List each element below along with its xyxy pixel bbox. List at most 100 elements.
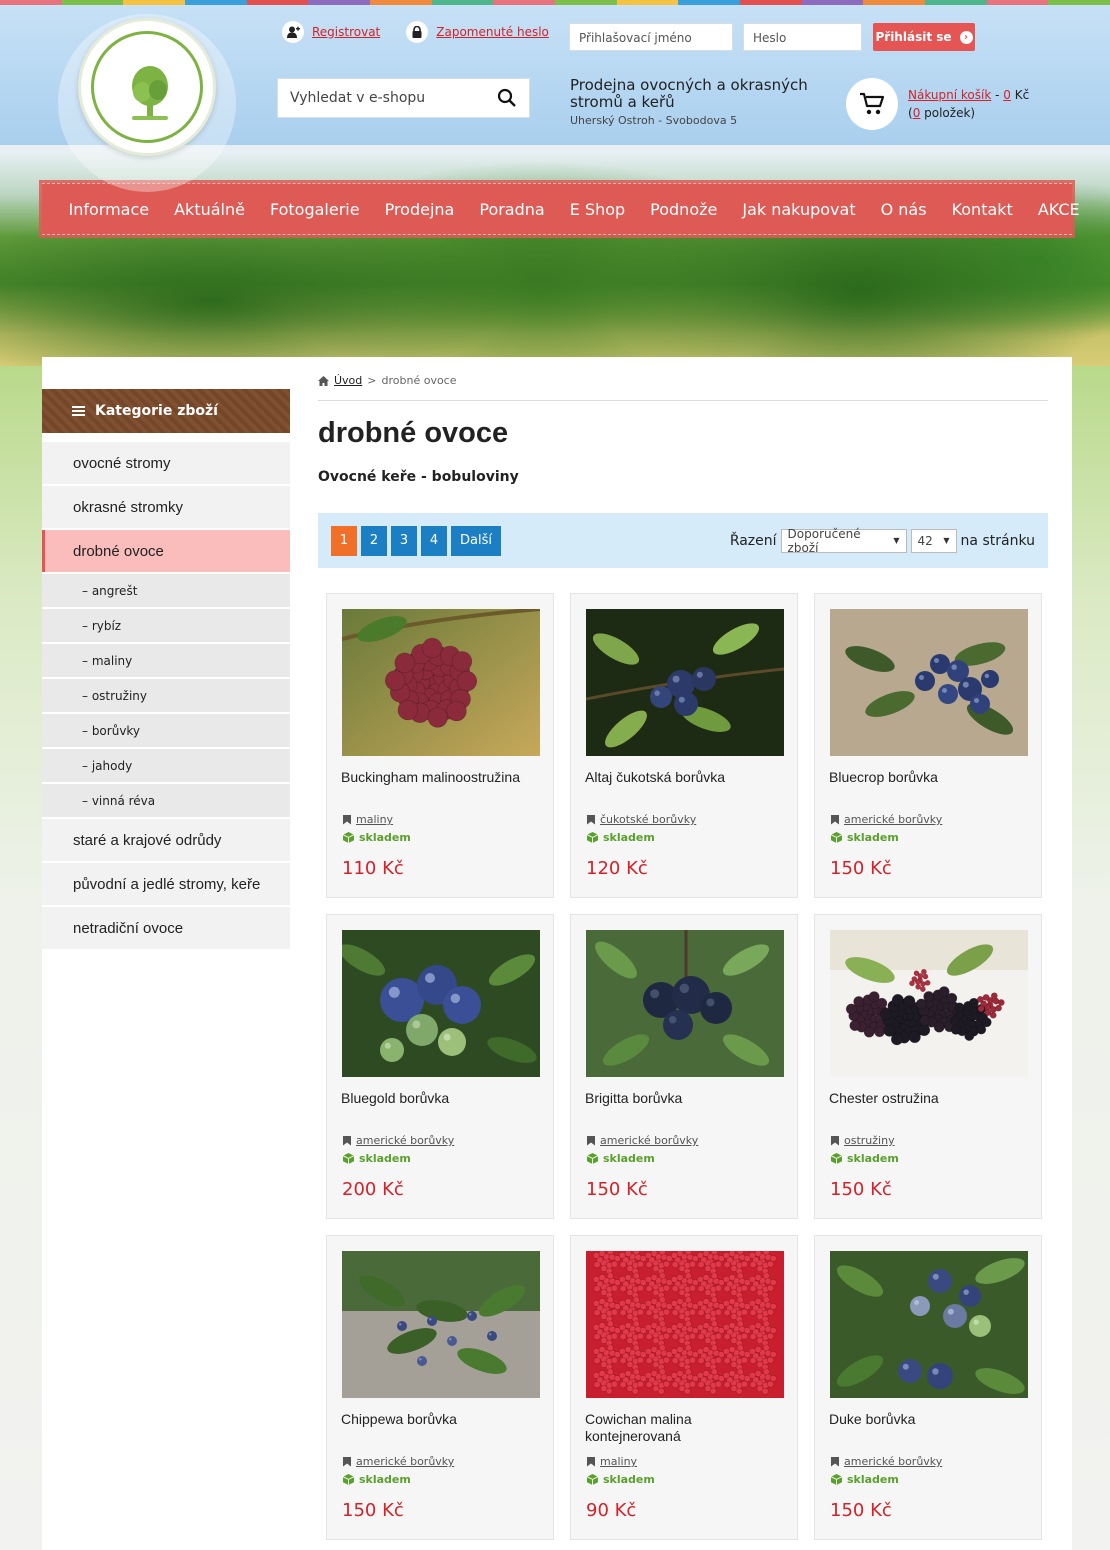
forgot-password-link[interactable]: Zapomenuté heslo	[406, 21, 549, 43]
product-card[interactable]: Cowichan malina kontejnerovaná maliny sk…	[570, 1235, 798, 1540]
product-name[interactable]: Brigitta borůvka	[585, 1090, 785, 1107]
page-button[interactable]: 3	[391, 525, 417, 556]
sidebar-subitem[interactable]: – rybíz	[42, 609, 290, 642]
product-image[interactable]	[830, 609, 1028, 756]
sidebar-subitem[interactable]: – vinná réva	[42, 784, 290, 817]
category-heading-label: Kategorie zboží	[95, 403, 218, 419]
sidebar-subitem[interactable]: – borůvky	[42, 714, 290, 747]
nav-item[interactable]: Poradna	[467, 200, 557, 219]
content-container: Kategorie zboží ovocné stromy okrasné str…	[42, 357, 1072, 1550]
password-input[interactable]: Heslo	[743, 23, 862, 51]
nav-item[interactable]: Informace	[56, 200, 162, 219]
nav-item[interactable]: Kontakt	[939, 200, 1025, 219]
product-stock: skladem	[343, 1473, 411, 1486]
product-card[interactable]: Altaj čukotská borůvka čukotské borůvky …	[570, 593, 798, 898]
product-category[interactable]: americké borůvky	[831, 1455, 942, 1468]
sidebar-subitem[interactable]: – jahody	[42, 749, 290, 782]
product-category[interactable]: ostružiny	[831, 1134, 895, 1147]
product-stock: skladem	[343, 1152, 411, 1165]
per-page-select[interactable]: 42 ▼	[910, 528, 957, 553]
product-card[interactable]: Buckingham malinoostružina maliny sklade…	[326, 593, 554, 898]
next-page-button[interactable]: Další	[451, 525, 501, 556]
product-name-label: Chester ostružina	[829, 1090, 939, 1106]
nav-item[interactable]: Fotogalerie	[257, 200, 372, 219]
product-card[interactable]: Chippewa borůvka americké borůvky sklade…	[326, 1235, 554, 1540]
sidebar-item[interactable]: drobné ovoce	[42, 530, 290, 572]
nav-item[interactable]: E Shop	[557, 200, 637, 219]
page-button[interactable]: 2	[361, 525, 387, 556]
product-category[interactable]: americké borůvky	[831, 813, 942, 826]
product-name[interactable]: Altaj čukotská borůvka	[585, 769, 785, 786]
product-card[interactable]: Bluegold borůvka americké borůvky sklade…	[326, 914, 554, 1219]
product-card[interactable]: Chester ostružina ostružiny skladem 150 …	[814, 914, 1042, 1219]
product-price: 200 Kč	[342, 1179, 404, 1200]
cart-amount[interactable]: 0	[1003, 88, 1011, 102]
product-name[interactable]: Bluecrop borůvka	[829, 769, 1029, 786]
nav-item[interactable]: AKCE	[1025, 200, 1092, 219]
product-category[interactable]: americké borůvky	[343, 1134, 454, 1147]
store-title: Prodejna ovocných a okrasných stromů a k…	[570, 76, 808, 111]
nav-item[interactable]: Prodejna	[372, 200, 467, 219]
tree-icon	[132, 66, 168, 120]
product-image[interactable]	[342, 930, 540, 1077]
login-button[interactable]: Přihlásit se ›	[873, 23, 975, 51]
box-icon	[831, 1474, 842, 1485]
product-name-label: Bluecrop borůvka	[829, 769, 938, 785]
product-category-label: maliny	[600, 1455, 638, 1468]
product-category[interactable]: čukotské borůvky	[587, 813, 696, 826]
home-icon	[318, 375, 329, 386]
breadcrumb-sep: >	[367, 374, 377, 387]
product-image[interactable]	[586, 930, 784, 1077]
product-stock: skladem	[587, 1473, 655, 1486]
nav-item[interactable]: Aktuálně	[162, 200, 258, 219]
product-category[interactable]: maliny	[343, 813, 393, 826]
product-image[interactable]	[586, 1251, 784, 1398]
logo-badge	[78, 18, 216, 156]
sidebar-item[interactable]: netradiční ovoce	[42, 907, 290, 949]
page-button[interactable]: 1	[331, 525, 357, 556]
page-button[interactable]: 4	[421, 525, 447, 556]
register-link[interactable]: Registrovat	[282, 21, 380, 43]
sidebar-item[interactable]: okrasné stromky	[42, 486, 290, 528]
product-name[interactable]: Duke borůvka	[829, 1411, 1029, 1428]
sidebar-subitem[interactable]: – maliny	[42, 644, 290, 677]
cart-link[interactable]: Nákupní košík	[908, 88, 991, 102]
sidebar-subitem[interactable]: – angrešt	[42, 574, 290, 607]
search-input[interactable]: Vyhledat v e-shopu	[290, 90, 497, 106]
nav-item[interactable]: Podnože	[638, 200, 730, 219]
sidebar-subitem[interactable]: – ostružiny	[42, 679, 290, 712]
sidebar-item[interactable]: ovocné stromy	[42, 442, 290, 484]
product-category-label: americké borůvky	[844, 813, 943, 826]
product-image[interactable]	[342, 609, 540, 756]
product-image[interactable]	[830, 930, 1028, 1077]
product-card[interactable]: Duke borůvka americké borůvky skladem 15…	[814, 1235, 1042, 1540]
product-name[interactable]: Chester ostružina	[829, 1090, 1029, 1107]
login-button-label: Přihlásit se	[875, 30, 952, 44]
sort-select[interactable]: Doporučené zboží ▼	[780, 527, 907, 555]
sidebar-item[interactable]: původní a jedlé stromy, keře	[42, 863, 290, 905]
product-image[interactable]	[586, 609, 784, 756]
nav-item[interactable]: Jak nakupovat	[730, 200, 868, 219]
breadcrumb-home[interactable]: Úvod	[334, 374, 362, 387]
username-input[interactable]: Přihlašovací jméno	[569, 23, 733, 51]
site-logo[interactable]	[58, 14, 236, 192]
nav-item[interactable]: O nás	[868, 200, 939, 219]
product-stock: skladem	[587, 831, 655, 844]
product-image[interactable]	[342, 1251, 540, 1398]
product-category[interactable]: americké borůvky	[343, 1455, 454, 1468]
product-name[interactable]: Bluegold borůvka	[341, 1090, 541, 1107]
product-category[interactable]: maliny	[587, 1455, 637, 1468]
sidebar-item[interactable]: staré a krajové odrůdy	[42, 819, 290, 861]
product-category[interactable]: americké borůvky	[587, 1134, 698, 1147]
product-card[interactable]: Brigitta borůvka americké borůvky sklade…	[570, 914, 798, 1219]
product-name[interactable]: Chippewa borůvka	[341, 1411, 541, 1428]
product-card[interactable]: Bluecrop borůvka americké borůvky sklade…	[814, 593, 1042, 898]
product-price: 110 Kč	[342, 858, 404, 879]
product-name[interactable]: Cowichan malina kontejnerovaná	[585, 1411, 785, 1445]
register-label: Registrovat	[312, 25, 381, 39]
search-icon[interactable]	[497, 88, 517, 108]
search-box[interactable]: Vyhledat v e-shopu	[277, 78, 530, 118]
product-image[interactable]	[830, 1251, 1028, 1398]
cart-button[interactable]	[846, 78, 898, 130]
product-name[interactable]: Buckingham malinoostružina	[341, 769, 541, 786]
